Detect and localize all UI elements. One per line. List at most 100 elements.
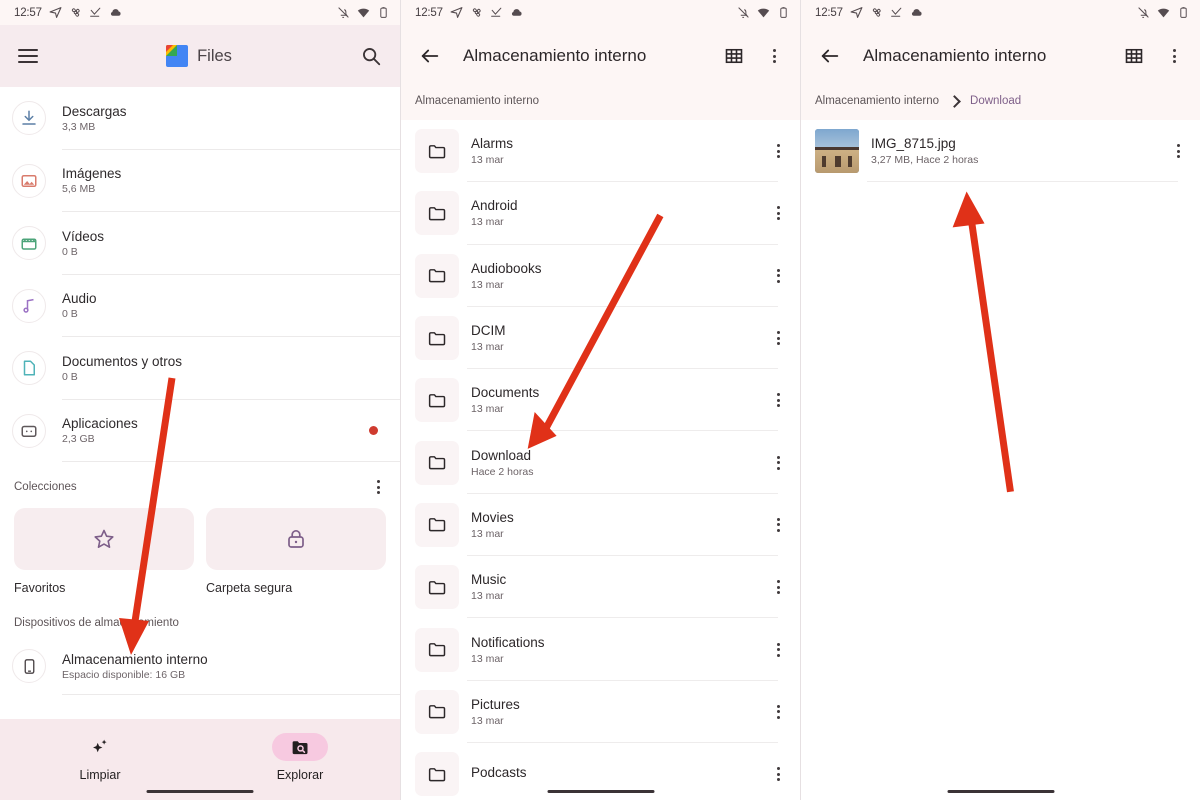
more-vert-icon[interactable]	[770, 703, 786, 721]
file-row-movies[interactable]: Movies 13 mar	[401, 493, 800, 557]
more-vert-icon[interactable]	[770, 641, 786, 659]
file-row-alarms[interactable]: Alarms 13 mar	[401, 120, 800, 183]
more-vert-icon[interactable]	[1170, 142, 1186, 160]
file-name: IMG_8715.jpg	[871, 136, 956, 152]
bottom-navigation: Limpiar Explorar	[0, 719, 400, 800]
collection-label: Carpeta segura	[206, 581, 293, 595]
more-vert-icon[interactable]	[370, 478, 386, 496]
check-download-icon	[490, 7, 502, 17]
collection-carpeta-segura[interactable]: Carpeta segura	[206, 508, 386, 595]
category-size: 5,6 MB	[62, 183, 96, 196]
folder-icon	[415, 378, 459, 423]
image-icon	[12, 163, 46, 198]
file-text: Pictures 13 mar	[471, 697, 770, 727]
more-vert-icon[interactable]	[770, 578, 786, 596]
breadcrumb-item-1[interactable]: Download	[970, 95, 1021, 107]
collection-favoritos[interactable]: Favoritos	[14, 508, 194, 595]
nav-pill	[72, 733, 128, 761]
file-name: Notifications	[471, 634, 545, 650]
more-vert-icon[interactable]	[770, 454, 786, 472]
navigation-icon	[450, 7, 463, 18]
device-row-internal-storage[interactable]: Almacenamiento interno Espacio disponibl…	[0, 637, 400, 695]
device-name: Almacenamiento interno	[62, 651, 208, 667]
file-text: DCIM 13 mar	[471, 323, 770, 353]
status-badge-dot	[369, 426, 378, 436]
file-row-documents[interactable]: Documents 13 mar	[401, 369, 800, 432]
breadcrumb-item-0[interactable]: Almacenamiento interno	[415, 95, 539, 107]
more-vert-icon[interactable]	[1166, 47, 1182, 65]
notifications-off-icon	[338, 7, 349, 18]
status-bar: 12:57	[801, 0, 1200, 25]
category-row-aplicaciones[interactable]: Aplicaciones 2,3 GB	[0, 400, 400, 463]
folder-icon	[415, 316, 459, 361]
more-vert-icon[interactable]	[770, 204, 786, 222]
category-row-documentos[interactable]: Documentos y otros 0 B	[0, 337, 400, 400]
devices-header: Dispositivos de almacenamiento	[14, 617, 179, 629]
file-name: Documents	[471, 385, 540, 401]
file-name: Podcasts	[471, 765, 527, 781]
category-name: Descargas	[62, 103, 127, 119]
category-row-audio[interactable]: Audio 0 B	[0, 275, 400, 338]
nav-item-limpiar[interactable]: Limpiar	[0, 733, 200, 782]
category-row-descargas[interactable]: Descargas 3,3 MB	[0, 87, 400, 150]
nav-item-explorar[interactable]: Explorar	[200, 733, 400, 782]
file-row-notifications[interactable]: Notifications 13 mar	[401, 618, 800, 681]
notifications-off-icon	[1138, 7, 1149, 18]
status-bar-left: 12:57	[815, 6, 1137, 19]
status-bar-left: 12:57	[14, 6, 337, 19]
status-clock: 12:57	[14, 6, 42, 19]
status-bar-right	[337, 6, 390, 19]
navigation-icon	[49, 7, 62, 18]
file-name: Download	[471, 447, 532, 463]
menu-icon[interactable]	[18, 49, 38, 63]
folder-icon	[415, 752, 459, 797]
file-name: Music	[471, 572, 507, 588]
category-row-imagenes[interactable]: Imágenes 5,6 MB	[0, 150, 400, 213]
category-text: Aplicaciones 2,3 GB	[62, 416, 138, 445]
status-bar: 12:57	[0, 0, 400, 25]
file-text: Movies 13 mar	[471, 510, 770, 540]
more-vert-icon[interactable]	[770, 329, 786, 347]
file-text: Music 13 mar	[471, 572, 770, 602]
back-arrow-icon[interactable]	[819, 45, 841, 67]
more-vert-icon[interactable]	[770, 516, 786, 534]
breadcrumb: Almacenamiento interno Download	[801, 87, 1200, 120]
file-row-pictures[interactable]: Pictures 13 mar	[401, 680, 800, 744]
file-row-dcim[interactable]: DCIM 13 mar	[401, 306, 800, 370]
file-text: Podcasts	[471, 765, 770, 783]
more-vert-icon[interactable]	[770, 391, 786, 409]
file-row-audiobooks[interactable]: Audiobooks 13 mar	[401, 244, 800, 308]
file-meta: 13 mar	[471, 216, 504, 229]
screenshot-triptych: 12:57 Files Descargas 3,3 MB Imágenes 5,…	[0, 0, 1200, 800]
music-note-icon	[12, 288, 46, 323]
grid-view-icon[interactable]	[1124, 46, 1144, 66]
apps-icon	[12, 413, 46, 448]
more-vert-icon[interactable]	[770, 267, 786, 285]
battery-icon	[380, 7, 387, 18]
search-icon[interactable]	[360, 45, 382, 67]
cloud-icon	[110, 9, 121, 16]
file-row-download[interactable]: Download Hace 2 horas	[401, 431, 800, 495]
device-text: Almacenamiento interno Espacio disponibl…	[62, 652, 208, 681]
gesture-bar	[947, 789, 1054, 793]
collection-tile[interactable]	[14, 508, 194, 570]
breadcrumb-item-0[interactable]: Almacenamiento interno	[815, 95, 939, 107]
collection-tile[interactable]	[206, 508, 386, 570]
file-row-img-8715[interactable]: IMG_8715.jpg 3,27 MB, Hace 2 horas	[801, 120, 1200, 183]
file-row-android[interactable]: Android 13 mar	[401, 182, 800, 245]
grid-view-icon[interactable]	[724, 46, 744, 66]
back-arrow-icon[interactable]	[419, 45, 441, 67]
collections-grid: Favoritos Carpeta segura	[0, 504, 400, 595]
category-text: Vídeos 0 B	[62, 229, 104, 258]
category-row-videos[interactable]: Vídeos 0 B	[0, 212, 400, 275]
panel-internal-storage: 12:57 Almacenamiento interno Almacenamie…	[400, 0, 800, 800]
phone-icon	[12, 649, 46, 683]
file-row-music[interactable]: Music 13 mar	[401, 556, 800, 619]
more-vert-icon[interactable]	[770, 142, 786, 160]
folder-icon	[415, 627, 459, 672]
more-vert-icon[interactable]	[770, 765, 786, 783]
device-sub: Espacio disponible: 16 GB	[62, 668, 186, 681]
nav-pill-active	[272, 733, 328, 761]
more-vert-icon[interactable]	[766, 47, 782, 65]
category-name: Aplicaciones	[62, 416, 138, 432]
